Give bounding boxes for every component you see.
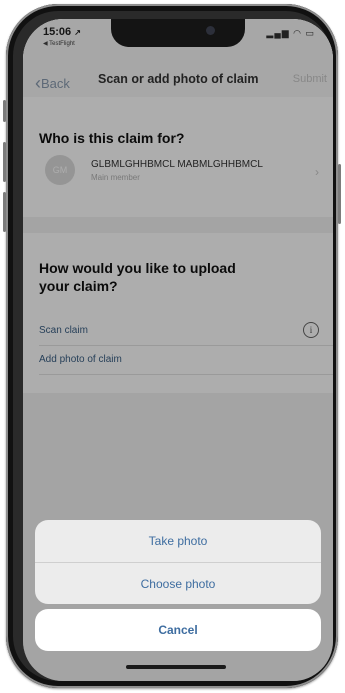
cancel-sheet: Cancel (35, 609, 321, 651)
power-button (338, 164, 341, 224)
home-indicator[interactable] (126, 665, 226, 669)
volume-down-button (3, 192, 6, 232)
cancel-button[interactable]: Cancel (35, 609, 321, 651)
silent-switch (3, 100, 6, 122)
volume-up-button (3, 142, 6, 182)
phone-screen: 15:06 ↗ ◀ TestFlight ▂▄▆ ◠ ▭ ‹Back Scan … (23, 19, 333, 681)
camera-icon (206, 26, 215, 35)
action-sheet: Take photo Choose photo (35, 520, 321, 604)
notch (111, 19, 245, 47)
take-photo-button[interactable]: Take photo (35, 520, 321, 562)
choose-photo-button[interactable]: Choose photo (35, 562, 321, 604)
